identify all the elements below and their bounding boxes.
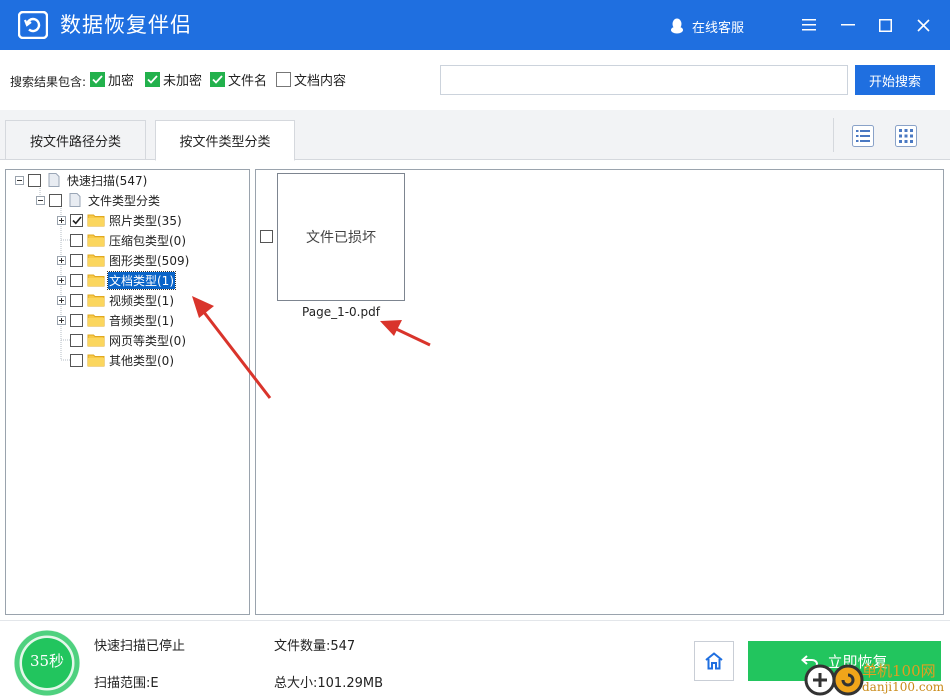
minimize-button[interactable]	[837, 14, 859, 36]
maximize-icon	[878, 18, 892, 32]
document-icon	[69, 193, 81, 207]
app-logo-icon	[18, 11, 48, 39]
close-icon	[916, 18, 930, 32]
scan-timer: 35秒	[29, 652, 65, 670]
maximize-button[interactable]	[874, 14, 896, 36]
folder-icon	[87, 274, 105, 287]
scan-state: 快速扫描已停止	[94, 639, 186, 654]
tree-item[interactable]: 网页等类型(0)	[57, 331, 187, 349]
total-size: 总大小:101.29MB	[274, 676, 384, 691]
search-bar: 搜索结果包含: 加密 未加密 文件名 文档内容 开始搜索	[0, 50, 950, 110]
folder-icon	[87, 354, 105, 367]
filter-encrypted-label: 加密	[108, 74, 135, 89]
tree-item[interactable]: 其他类型(0)	[57, 351, 175, 369]
filter-content-checkbox[interactable]: 文档内容	[276, 70, 346, 89]
tree-checkbox[interactable]	[70, 233, 83, 247]
tree-item[interactable]: 照片类型(35)	[57, 211, 183, 229]
online-support-label: 在线客服	[692, 20, 745, 36]
checkmark-icon	[71, 215, 82, 224]
scan-range: 扫描范围:E	[94, 676, 159, 691]
watermark-url: danji100.com	[862, 680, 945, 694]
tab-bar: 按文件路径分类 按文件类型分类	[0, 110, 950, 161]
menu-button[interactable]	[798, 14, 820, 36]
tree-item-label: 文档类型(1)	[107, 270, 176, 290]
tree-item-label: 压缩包类型(0)	[109, 233, 186, 248]
checkbox-checked-icon	[90, 72, 105, 87]
checkbox-checked-icon	[210, 72, 225, 87]
minimize-icon	[841, 24, 855, 26]
tree-item-label: 图形类型(509)	[109, 253, 190, 268]
grid-view-icon[interactable]	[895, 125, 917, 147]
view-divider	[833, 118, 834, 152]
file-name: Page_1-0.pdf	[302, 305, 380, 319]
tree-group-label: 文件类型分类	[88, 193, 161, 208]
tree-item[interactable]: 文档类型(1)	[57, 270, 176, 290]
tree-item[interactable]: 视频类型(1)	[57, 291, 175, 309]
tree-item-label: 其他类型(0)	[109, 353, 174, 368]
tab-by-type[interactable]: 按文件类型分类	[155, 120, 295, 161]
filter-content-label: 文档内容	[294, 74, 347, 89]
tree-item[interactable]: 音频类型(1)	[57, 311, 175, 329]
online-support-button[interactable]: 在线客服	[670, 16, 744, 36]
folder-icon	[87, 214, 105, 227]
tree-checkbox[interactable]	[70, 273, 83, 287]
expand-icon[interactable]	[57, 215, 66, 225]
home-icon	[705, 652, 723, 670]
collapse-icon[interactable]	[15, 175, 24, 185]
tab-by-path[interactable]: 按文件路径分类	[5, 120, 146, 160]
document-icon	[48, 173, 60, 187]
hamburger-menu-icon	[802, 19, 816, 31]
search-filter-label: 搜索结果包含:	[10, 75, 87, 89]
folder-icon	[87, 254, 105, 267]
folder-icon	[87, 334, 105, 347]
checkbox-unchecked-icon	[276, 72, 291, 87]
folder-icon	[87, 234, 105, 247]
tree-checkbox[interactable]	[70, 253, 83, 267]
tree-root-label: 快速扫描(547)	[67, 173, 148, 188]
app-title: 数据恢复伴侣	[60, 13, 192, 37]
filter-encrypted-checkbox[interactable]: 加密	[90, 70, 134, 89]
qq-penguin-icon	[671, 18, 683, 34]
tree-checkbox-checked[interactable]	[70, 213, 83, 227]
folder-icon	[87, 294, 105, 307]
tree-checkbox[interactable]	[28, 173, 41, 187]
file-checkbox[interactable]	[260, 230, 273, 243]
tree-checkbox[interactable]	[49, 193, 62, 207]
filter-unencrypted-label: 未加密	[163, 74, 203, 89]
close-button[interactable]	[912, 14, 934, 36]
tree-item-label: 音频类型(1)	[109, 313, 174, 328]
tree-item-label: 照片类型(35)	[109, 213, 182, 228]
title-bar: 数据恢复伴侣 在线客服	[0, 0, 950, 50]
collapse-icon[interactable]	[36, 195, 45, 205]
search-input[interactable]	[440, 65, 848, 95]
list-view-icon[interactable]	[852, 125, 874, 147]
filter-unencrypted-checkbox[interactable]: 未加密	[145, 70, 202, 89]
tree-checkbox[interactable]	[70, 313, 83, 327]
tree-item-label: 网页等类型(0)	[109, 333, 186, 348]
tree-checkbox[interactable]	[70, 333, 83, 347]
expand-icon[interactable]	[57, 275, 66, 285]
checkbox-checked-icon	[145, 72, 160, 87]
start-search-button[interactable]: 开始搜索	[855, 65, 935, 95]
tree-checkbox[interactable]	[70, 353, 83, 367]
tree-group-file-type[interactable]: 文件类型分类	[36, 191, 161, 209]
expand-icon[interactable]	[57, 295, 66, 305]
tree-item[interactable]: 压缩包类型(0)	[57, 231, 187, 249]
folder-icon	[87, 314, 105, 327]
watermark-site: 单机100网	[862, 662, 936, 680]
filter-filename-label: 文件名	[228, 74, 268, 89]
tree-checkbox[interactable]	[70, 293, 83, 307]
expand-icon[interactable]	[57, 255, 66, 265]
tree-item[interactable]: 图形类型(509)	[57, 251, 190, 269]
filter-filename-checkbox[interactable]: 文件名	[210, 70, 267, 89]
file-count: 文件数量:547	[274, 639, 356, 654]
expand-icon[interactable]	[57, 315, 66, 325]
file-thumbnail[interactable]: 文件已损坏	[277, 173, 405, 301]
thumbnail-damaged-text: 文件已损坏	[306, 230, 376, 246]
home-button[interactable]	[694, 641, 734, 681]
tree-item-label: 视频类型(1)	[109, 293, 174, 308]
watermark-logo-icon	[804, 664, 864, 696]
tree-root-quick-scan[interactable]: 快速扫描(547)	[15, 171, 148, 189]
